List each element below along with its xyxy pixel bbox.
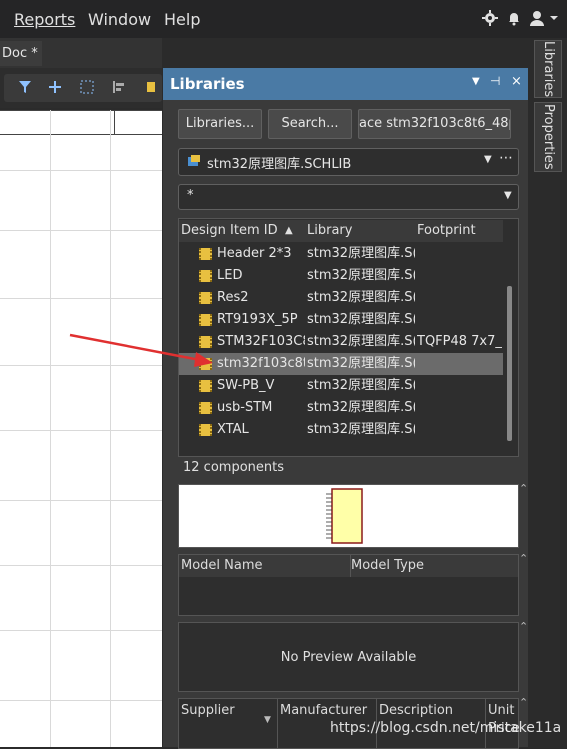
collapse-model-icon[interactable]: ⌃ <box>519 552 528 565</box>
sort-down-icon: ▼ <box>264 715 271 725</box>
model-preview-section: No Preview Available <box>178 622 519 692</box>
chip-symbol-icon <box>326 488 363 544</box>
side-tab-properties[interactable]: Properties <box>534 102 562 172</box>
gear-icon[interactable] <box>482 10 500 28</box>
panel-title: Libraries <box>170 75 245 93</box>
libraries-button[interactable]: Libraries... <box>178 109 262 139</box>
menu-window[interactable]: Window <box>88 10 151 29</box>
column-design-item-id-label: Design Item ID <box>181 223 278 238</box>
column-unit[interactable]: Unit <box>488 703 514 718</box>
cell-design-item-id: usb-STM <box>217 400 273 415</box>
cell-footprint: TQFP48 7x7_l <box>417 334 503 349</box>
cell-library: stm32原理图库.S( <box>307 356 415 371</box>
symbol-preview <box>178 484 519 548</box>
align-icon[interactable] <box>112 80 126 98</box>
menu-help-label: Help <box>164 10 201 29</box>
component-icon <box>199 424 212 436</box>
select-area-icon[interactable] <box>80 80 94 98</box>
component-icon[interactable] <box>144 80 158 98</box>
search-button[interactable]: Search... <box>268 109 352 139</box>
schematic-canvas[interactable] <box>0 110 162 747</box>
red-arrow-annotation <box>69 333 213 367</box>
component-icon <box>199 270 212 282</box>
menu-help[interactable]: Help <box>164 10 200 29</box>
column-library[interactable]: Library <box>305 220 415 242</box>
chevron-down-icon: ▼ <box>484 154 492 165</box>
component-icon <box>199 292 212 304</box>
cell-library: stm32原理图库.S( <box>307 312 415 327</box>
column-design-item-id[interactable]: Design Item ID ▲ <box>179 220 305 242</box>
cell-design-item-id: Res2 <box>217 290 249 305</box>
component-row[interactable]: RT9193X_5P stm32原理图库.S( <box>179 309 503 331</box>
cell-library: stm32原理图库.S( <box>307 334 415 349</box>
menu-reports[interactable]: Reports <box>14 10 75 29</box>
menu-window-label: Window <box>88 10 152 29</box>
component-icon <box>199 402 212 414</box>
bell-icon[interactable] <box>506 10 524 28</box>
collapse-preview-icon[interactable]: ⌃ <box>519 482 528 495</box>
plus-icon[interactable] <box>48 80 62 98</box>
cell-design-item-id: SW-PB_V <box>217 378 275 393</box>
cell-library: stm32原理图库.S( <box>307 246 415 261</box>
component-row[interactable]: XTAL stm32原理图库.S( <box>179 419 503 441</box>
cell-library: stm32原理图库.S( <box>307 290 415 305</box>
cell-library: stm32原理图库.S( <box>307 400 415 415</box>
component-icon <box>199 248 212 260</box>
column-footprint[interactable]: Footprint <box>415 220 503 242</box>
cell-design-item-id: XTAL <box>217 422 249 437</box>
cell-design-item-id: stm32f103c8t <box>217 356 305 371</box>
more-icon[interactable]: ⋯ <box>499 150 513 166</box>
user-menu-icon[interactable] <box>530 10 560 28</box>
sort-up-icon: ▲ <box>285 225 293 236</box>
place-button[interactable]: ace stm32f103c8t6_48p <box>358 109 511 139</box>
component-count: 12 components <box>183 460 284 475</box>
library-select[interactable]: stm32原理图库.SCHLIB ▼ ⋯ <box>178 148 519 176</box>
column-manufacturer[interactable]: Manufacturer <box>280 703 367 718</box>
column-supplier[interactable]: Supplier <box>181 703 235 718</box>
document-tab[interactable]: Doc * <box>0 41 42 66</box>
component-row[interactable]: stm32f103c8t stm32原理图库.S( <box>179 353 503 375</box>
column-model-name[interactable]: Model Name <box>181 558 263 573</box>
collapse-model-preview-icon[interactable]: ⌃ <box>519 620 528 633</box>
cell-design-item-id: Header 2*3 <box>217 246 292 261</box>
schlib-icon <box>187 154 201 172</box>
filter-input-value: * <box>187 188 194 203</box>
component-row[interactable]: SW-PB_V stm32原理图库.S( <box>179 375 503 397</box>
component-row[interactable]: Res2 stm32原理图库.S( <box>179 287 503 309</box>
filter-icon[interactable] <box>18 80 32 98</box>
watermark: https://blog.csdn.net/mistake11a <box>330 720 562 736</box>
model-section: Model Name Model Type <box>178 554 519 616</box>
column-description[interactable]: Description <box>379 703 453 718</box>
pin-icon[interactable]: ⊣ <box>490 74 500 88</box>
cell-library: stm32原理图库.S( <box>307 268 415 283</box>
grid-scrollbar[interactable] <box>507 286 512 441</box>
toolbar-tools <box>4 74 162 102</box>
panel-menu-icon[interactable]: ▼ <box>472 76 480 87</box>
component-icon <box>199 380 212 392</box>
component-row[interactable]: usb-STM stm32原理图库.S( <box>179 397 503 419</box>
filter-chevron-icon: ▼ <box>504 190 512 201</box>
menu-reports-label: Reports <box>14 10 76 29</box>
component-row[interactable]: Header 2*3 stm32原理图库.S( <box>179 243 503 265</box>
cell-design-item-id: STM32F103C8 <box>217 334 305 349</box>
cell-library: stm32原理图库.S( <box>307 422 415 437</box>
filter-input[interactable]: * ▼ <box>178 184 519 210</box>
component-row[interactable]: STM32F103C8 stm32原理图库.S(TQFP48 7x7_l <box>179 331 503 353</box>
library-select-value: stm32原理图库.SCHLIB <box>207 157 352 172</box>
close-icon[interactable]: × <box>511 74 522 89</box>
cell-design-item-id: LED <box>217 268 243 283</box>
cell-library: stm32原理图库.S( <box>307 378 415 393</box>
component-icon <box>199 314 212 326</box>
no-preview-text: No Preview Available <box>280 650 417 665</box>
component-row[interactable]: LED stm32原理图库.S( <box>179 265 503 287</box>
side-tab-libraries[interactable]: Libraries <box>534 40 562 98</box>
cell-design-item-id: RT9193X_5P <box>217 312 298 327</box>
column-divider <box>277 699 278 748</box>
column-model-type[interactable]: Model Type <box>351 558 424 573</box>
collapse-supplier-icon[interactable]: ⌃ <box>519 696 528 709</box>
